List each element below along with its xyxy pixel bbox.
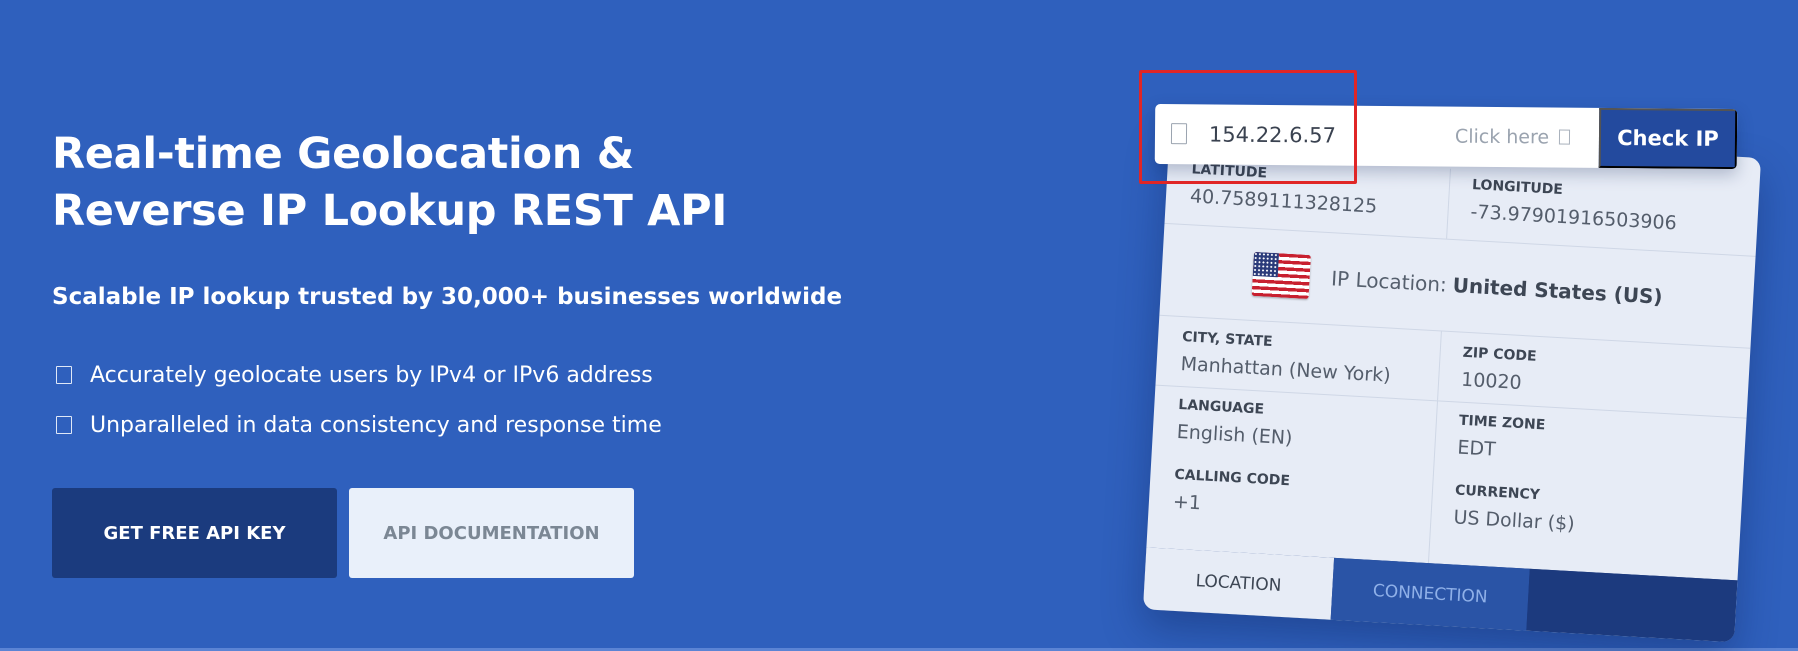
check-icon — [56, 416, 72, 434]
divider — [1437, 330, 1442, 401]
feature-text: Unparalleled in data consistency and res… — [90, 412, 662, 438]
currency-value: US Dollar ($) — [1452, 506, 1576, 536]
check-icon — [56, 366, 72, 384]
latitude-value: 40.7589111328125 — [1189, 185, 1378, 218]
ip-lookup-widget: LATITUDE 40.7589111328125 LONGITUDE -73.… — [1142, 125, 1762, 643]
zip-code-value: 10020 — [1460, 368, 1523, 395]
page-title: Real-time Geolocation & Reverse IP Looku… — [52, 126, 772, 240]
divider — [1446, 168, 1451, 239]
us-flag-icon — [1251, 251, 1311, 299]
feature-item: Unparalleled in data consistency and res… — [52, 400, 662, 450]
city-state-label: CITY, STATE — [1181, 329, 1273, 351]
check-ip-button[interactable]: Check IP — [1598, 107, 1738, 170]
title-line-2: Reverse IP Lookup REST API — [52, 186, 728, 236]
click-here-hint[interactable]: Click here — [1455, 107, 1550, 168]
ip-result-card: LATITUDE 40.7589111328125 LONGITUDE -73.… — [1142, 125, 1762, 643]
feature-text: Accurately geolocate users by IPv4 or IP… — [90, 362, 653, 388]
title-line-1: Real-time Geolocation & — [52, 129, 634, 179]
time-zone-label: TIME ZONE — [1458, 412, 1546, 434]
calling-code-field: CALLING CODE +1 — [1172, 467, 1290, 519]
city-state-field: CITY, STATE Manhattan (New York) — [1180, 329, 1392, 387]
longitude-value: -73.97901916503906 — [1470, 200, 1678, 235]
time-zone-value: EDT — [1456, 436, 1497, 461]
ip-location-country: United States (US) — [1452, 273, 1664, 309]
city-state-value: Manhattan (New York) — [1180, 352, 1392, 387]
longitude-field: LONGITUDE -73.97901916503906 — [1470, 177, 1679, 234]
api-documentation-button[interactable]: API DOCUMENTATION — [349, 488, 634, 578]
ip-location-label: IP Location: — [1330, 266, 1448, 297]
tab-location[interactable]: LOCATION — [1142, 547, 1335, 620]
zip-code-label: ZIP CODE — [1462, 344, 1537, 365]
currency-label: CURRENCY — [1454, 482, 1541, 504]
longitude-label: LONGITUDE — [1471, 176, 1564, 199]
calling-code-value: +1 — [1172, 490, 1202, 515]
time-zone-field: TIME ZONE EDT — [1457, 413, 1546, 464]
clipboard-icon[interactable] — [1558, 129, 1571, 145]
divider — [1427, 400, 1439, 564]
calling-code-label: CALLING CODE — [1174, 466, 1291, 490]
language-field: LANGUAGE English (EN) — [1176, 397, 1294, 449]
widget-tabs: LOCATION CONNECTION — [1142, 547, 1738, 643]
language-label: LANGUAGE — [1177, 396, 1265, 418]
tab-connection[interactable]: CONNECTION — [1330, 557, 1530, 631]
tab-extra[interactable] — [1526, 568, 1738, 643]
ip-location-row: IP Location: United States (US) — [1159, 223, 1755, 348]
highlight-box — [1139, 70, 1357, 184]
feature-item: Accurately geolocate users by IPv4 or IP… — [52, 350, 662, 400]
feature-list: Accurately geolocate users by IPv4 or IP… — [52, 350, 662, 450]
hero-subtitle: Scalable IP lookup trusted by 30,000+ bu… — [52, 284, 843, 310]
get-free-api-key-button[interactable]: GET FREE API KEY — [52, 488, 337, 578]
zip-code-field: ZIP CODE 10020 — [1461, 345, 1537, 395]
currency-field: CURRENCY US Dollar ($) — [1453, 482, 1577, 535]
language-value: English (EN) — [1176, 420, 1294, 450]
